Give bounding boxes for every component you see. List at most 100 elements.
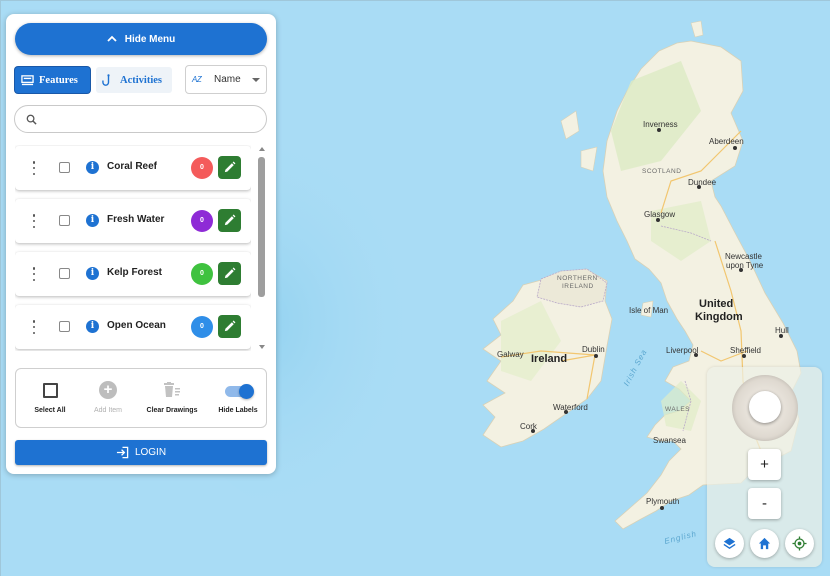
pencil-icon <box>224 214 236 226</box>
map-label-swansea: Swansea <box>653 436 686 445</box>
login-button[interactable]: LOGIN <box>15 440 267 465</box>
login-label: LOGIN <box>134 447 167 458</box>
clear-drawings-icon <box>164 382 180 397</box>
clear-drawings-button[interactable]: Clear Drawings <box>140 369 204 429</box>
pencil-icon <box>224 161 236 173</box>
map-label-united: United <box>699 298 734 310</box>
info-icon[interactable]: i <box>86 320 99 333</box>
feature-name: Kelp Forest <box>107 267 163 278</box>
edit-button[interactable] <box>218 156 241 179</box>
pan-joystick[interactable] <box>732 375 798 441</box>
edit-button[interactable] <box>218 315 241 338</box>
map-controls: + - <box>707 367 822 567</box>
hide-menu-button[interactable]: Hide Menu <box>15 23 267 55</box>
zoom-in-button[interactable]: + <box>748 449 781 480</box>
tab-features[interactable]: Features <box>15 67 90 93</box>
layers-button[interactable] <box>715 529 744 558</box>
home-icon <box>758 537 771 550</box>
add-item-label: Add Item <box>93 407 122 414</box>
crosshair-location-icon <box>792 536 807 551</box>
tab-activities-label: Activities <box>120 74 162 86</box>
pencil-icon <box>224 267 236 279</box>
sort-selected-value: Name <box>214 74 241 85</box>
add-item-button[interactable]: + Add Item <box>80 369 136 429</box>
chevron-up-icon <box>107 35 117 42</box>
search-box <box>14 105 267 133</box>
tab-features-label: Features <box>39 74 78 86</box>
sort-az-icon: AZ <box>192 75 202 84</box>
edit-button[interactable] <box>218 262 241 285</box>
more-vert-icon[interactable] <box>32 267 36 281</box>
search-input[interactable] <box>43 113 253 125</box>
item-checkbox[interactable] <box>59 215 70 226</box>
search-icon <box>26 114 37 125</box>
map-label-isle-of-man: Isle of Man <box>629 306 669 315</box>
caret-down-icon <box>252 77 260 82</box>
map-label-dublin: Dublin <box>582 345 605 354</box>
list-item: i Coral Reef 0 <box>15 146 251 190</box>
list-scrollbar[interactable] <box>257 145 267 351</box>
toggle-switch[interactable] <box>224 384 254 399</box>
map-label-ireland: Ireland <box>531 353 568 365</box>
info-icon[interactable]: i <box>86 214 99 227</box>
map-label-upon-tyne: upon Tyne <box>726 261 764 270</box>
more-vert-icon[interactable] <box>32 320 36 334</box>
feature-list[interactable]: i Coral Reef 0 i Fresh Water 0 i Kelp Fo… <box>15 145 251 351</box>
login-icon <box>116 446 129 459</box>
zoom-out-button[interactable]: - <box>748 488 781 519</box>
feature-name: Open Ocean <box>107 320 166 331</box>
list-item: i Kelp Forest 0 <box>15 252 251 296</box>
hook-icon <box>102 73 110 86</box>
map-label-kingdom: Kingdom <box>695 311 743 323</box>
item-checkbox[interactable] <box>59 321 70 332</box>
map-label-northern-ireland: IRELAND <box>562 283 594 290</box>
my-location-button[interactable] <box>785 529 814 558</box>
features-icon <box>21 74 34 85</box>
map-label-northern: NORTHERN <box>557 275 598 282</box>
tab-activities[interactable]: Activities <box>96 67 172 93</box>
item-checkbox[interactable] <box>59 268 70 279</box>
feature-count-badge: 0 <box>191 210 213 232</box>
scrollbar-thumb[interactable] <box>258 157 265 297</box>
hide-labels-label: Hide Labels <box>218 407 258 414</box>
feature-count-badge: 0 <box>191 316 213 338</box>
select-all-label: Select All <box>34 407 66 414</box>
feature-count-badge: 0 <box>191 263 213 285</box>
info-icon[interactable]: i <box>86 161 99 174</box>
hide-labels-toggle[interactable]: Hide Labels <box>208 369 268 429</box>
map-label-wales: WALES <box>665 406 691 413</box>
more-vert-icon[interactable] <box>32 161 36 175</box>
scroll-down-icon[interactable] <box>259 345 265 349</box>
layers-icon <box>723 537 736 550</box>
map-label-dundee: Dundee <box>688 178 717 187</box>
item-checkbox[interactable] <box>59 162 70 173</box>
actions-bar: Select All + Add Item Clear Drawings Hid… <box>15 368 267 428</box>
list-item: i Fresh Water 0 <box>15 199 251 243</box>
map-label-sheffield: Sheffield <box>730 346 761 355</box>
feature-name: Fresh Water <box>107 214 165 225</box>
list-item: i Open Ocean 0 <box>15 305 251 349</box>
scroll-up-icon[interactable] <box>259 147 265 151</box>
map-label-waterford: Waterford <box>553 403 588 412</box>
map-label-scotland: SCOTLAND <box>642 168 682 175</box>
map-label-glasgow: Glasgow <box>644 210 676 219</box>
edit-button[interactable] <box>218 209 241 232</box>
map-label-galway: Galway <box>497 350 524 359</box>
more-vert-icon[interactable] <box>32 214 36 228</box>
joystick-knob[interactable] <box>749 391 781 423</box>
side-panel: Hide Menu Features Activities AZ Name i … <box>6 14 276 474</box>
pencil-icon <box>224 320 236 332</box>
sort-select[interactable]: AZ Name <box>185 65 267 94</box>
info-icon[interactable]: i <box>86 267 99 280</box>
clear-drawings-label: Clear Drawings <box>146 407 198 414</box>
feature-name: Coral Reef <box>107 161 158 172</box>
feature-count-badge: 0 <box>191 157 213 179</box>
map-label-plymouth: Plymouth <box>646 497 680 506</box>
select-all-button[interactable]: Select All <box>16 369 84 429</box>
checkbox-outline-icon <box>42 383 58 398</box>
map-label-newcastle: Newcastle <box>725 252 762 261</box>
add-circle-icon: + <box>99 381 117 399</box>
hide-menu-label: Hide Menu <box>124 33 176 45</box>
map-label-aberdeen: Aberdeen <box>709 137 744 146</box>
home-button[interactable] <box>750 529 779 558</box>
